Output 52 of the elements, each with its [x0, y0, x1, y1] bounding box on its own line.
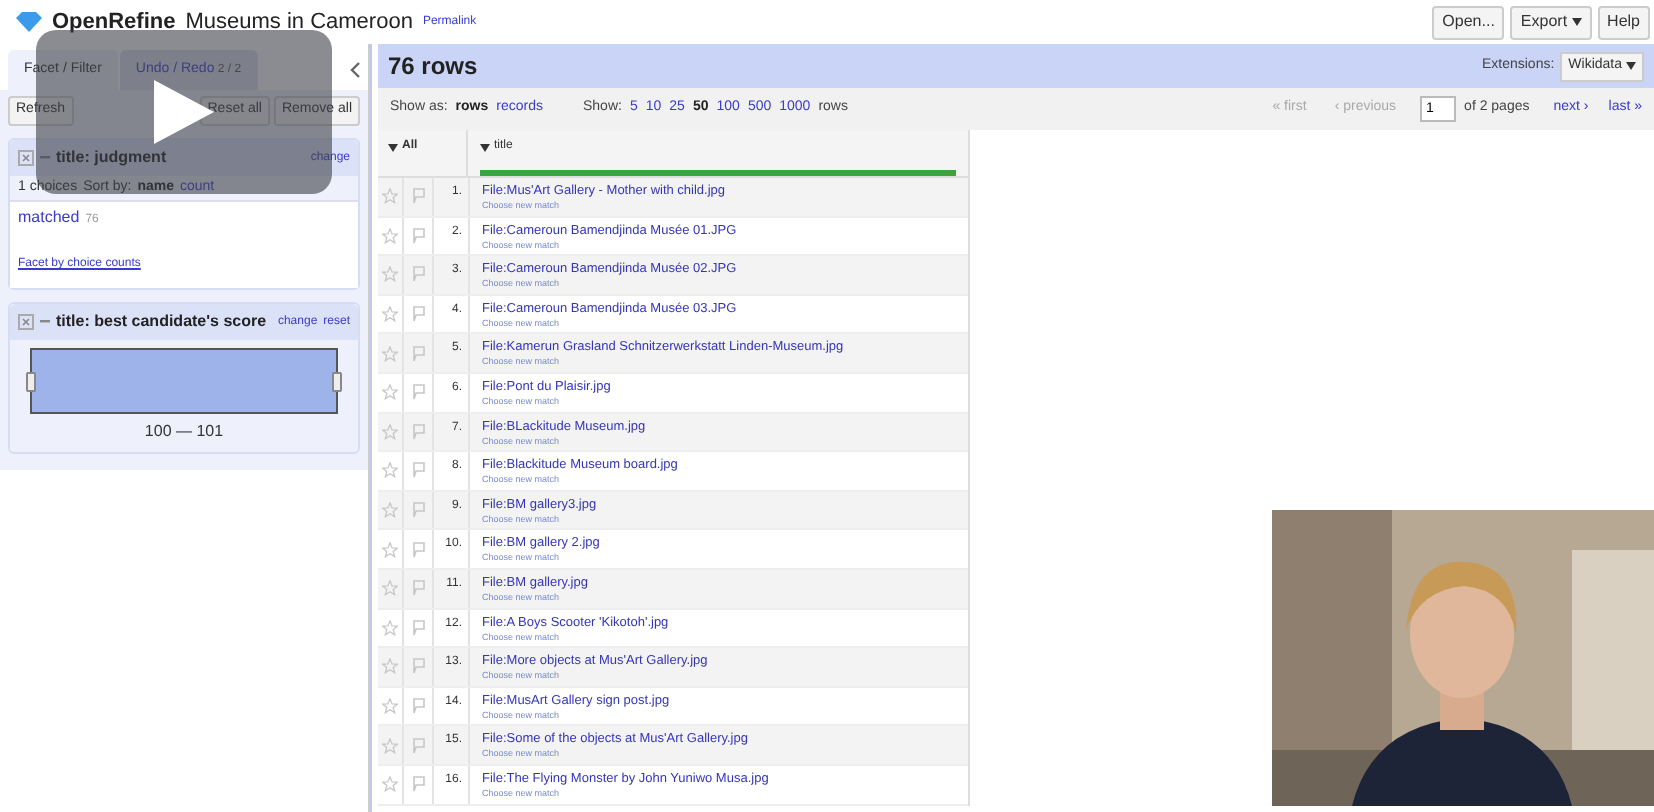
app-name: OpenRefine	[52, 7, 176, 38]
star-icon[interactable]	[382, 345, 398, 362]
diamond-logo-icon	[16, 12, 42, 32]
flag-icon[interactable]	[411, 462, 425, 479]
star-icon[interactable]	[382, 580, 398, 597]
star-icon[interactable]	[382, 776, 398, 793]
star-icon[interactable]	[382, 306, 398, 323]
caret-icon	[480, 143, 490, 151]
flag-icon[interactable]	[411, 266, 425, 283]
star-icon[interactable]	[382, 698, 398, 715]
star-icon[interactable]	[382, 266, 398, 283]
flag-icon[interactable]	[411, 345, 425, 362]
chevron-left-icon[interactable]	[350, 62, 360, 78]
range-label: 100 — 101	[144, 420, 224, 444]
flag-icon[interactable]	[411, 384, 425, 401]
flag-icon[interactable]	[411, 541, 425, 558]
star-icon[interactable]	[382, 423, 398, 440]
flag-icon[interactable]	[411, 776, 425, 793]
flag-icon[interactable]	[411, 306, 425, 323]
project-title: Museums in Cameroon	[185, 7, 413, 38]
toolbar-button[interactable]: Help	[1597, 5, 1650, 39]
star-icon[interactable]	[382, 737, 398, 754]
flag-icon[interactable]	[411, 502, 425, 519]
toolbar-button[interactable]: Open...	[1432, 5, 1505, 39]
flag-icon[interactable]	[411, 227, 425, 244]
export-menu-button[interactable]: Export	[1510, 5, 1592, 39]
star-icon[interactable]	[382, 541, 398, 558]
star-icon[interactable]	[382, 462, 398, 479]
range-handle[interactable]	[26, 372, 36, 392]
facet-title: title: judgment	[56, 146, 167, 170]
star-icon[interactable]	[382, 619, 398, 636]
row-count: 76 rows	[388, 50, 478, 84]
close-icon[interactable]	[18, 314, 34, 330]
facet-title: title: best candidate's score	[56, 310, 267, 334]
star-icon[interactable]	[382, 188, 398, 205]
facet-choice[interactable]: matched	[18, 206, 80, 230]
flag-icon[interactable]	[411, 619, 425, 636]
star-icon[interactable]	[382, 384, 398, 401]
star-icon[interactable]	[382, 502, 398, 519]
flag-icon[interactable]	[411, 188, 425, 205]
range-selector[interactable]	[30, 348, 338, 414]
flag-icon[interactable]	[411, 698, 425, 715]
flag-icon[interactable]	[411, 580, 425, 597]
close-icon[interactable]	[18, 150, 34, 166]
flag-icon[interactable]	[411, 737, 425, 754]
range-handle[interactable]	[332, 372, 342, 392]
flag-icon[interactable]	[411, 658, 425, 675]
star-icon[interactable]	[382, 227, 398, 244]
caret-icon	[1626, 62, 1636, 70]
flag-icon[interactable]	[411, 423, 425, 440]
caret-icon	[388, 143, 398, 151]
star-icon[interactable]	[382, 658, 398, 675]
